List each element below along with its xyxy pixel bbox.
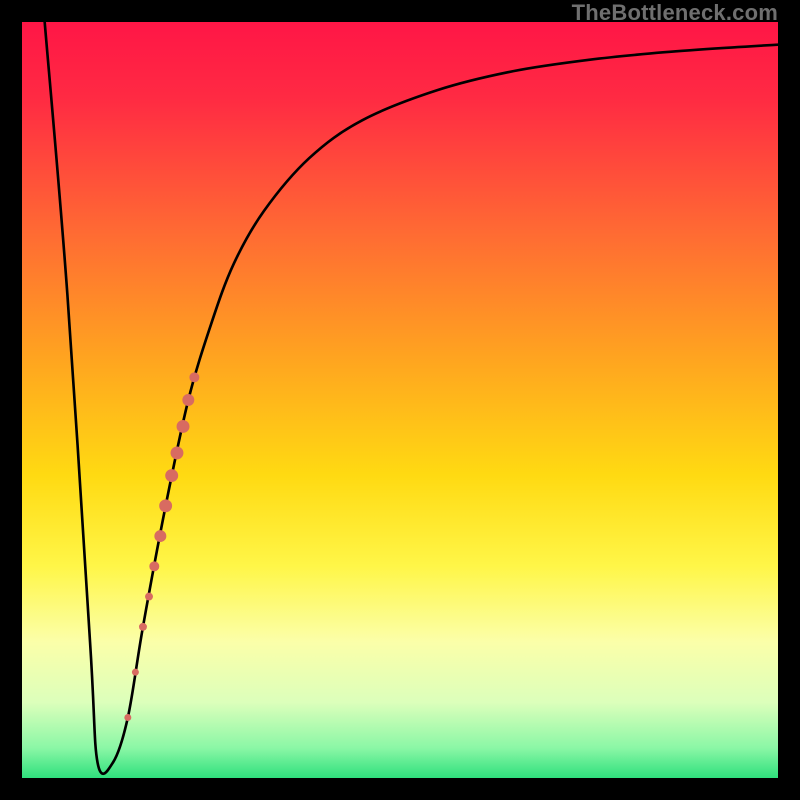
highlight-marker [177,420,190,433]
highlight-marker [145,593,153,601]
highlight-marker [132,669,139,676]
highlight-marker [139,623,147,631]
highlight-marker [149,561,159,571]
highlight-marker [171,446,184,459]
plot-area [20,20,780,780]
highlight-marker [165,469,178,482]
highlight-markers [124,372,199,721]
bottleneck-curve [45,22,778,774]
highlight-marker [154,530,166,542]
chart-stage: TheBottleneck.com [0,0,800,800]
highlight-marker [159,499,172,512]
highlight-marker [182,394,194,406]
highlight-marker [189,372,199,382]
curve-layer [22,22,778,778]
highlight-marker [124,714,131,721]
